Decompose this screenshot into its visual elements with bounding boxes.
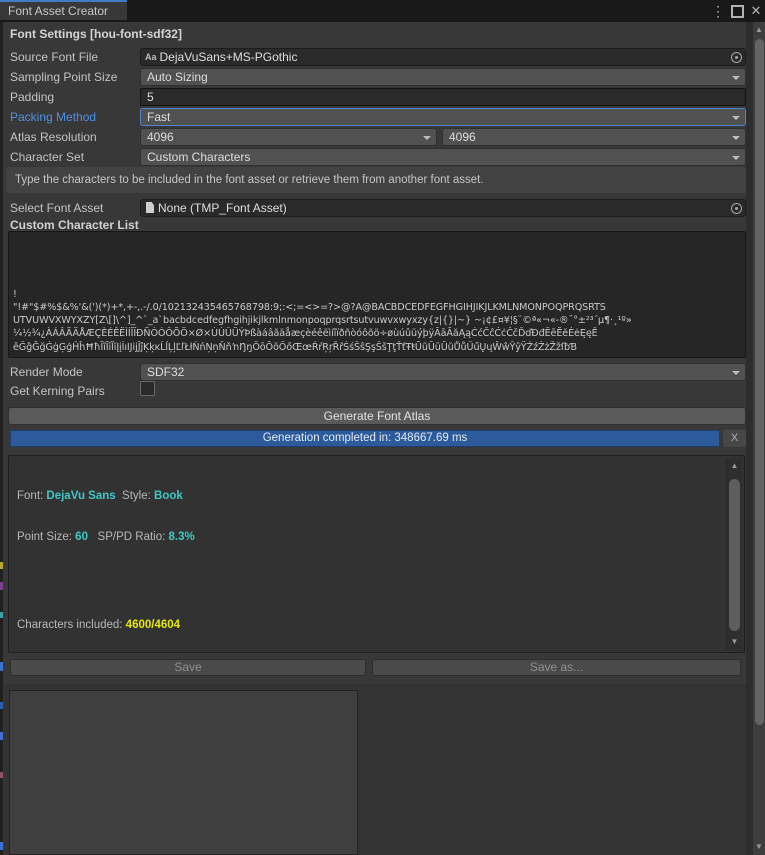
custom-character-list-label: Custom Character List (10, 218, 139, 232)
render-mode-label: Render Mode (10, 363, 83, 381)
font-asset-creator-window: Font Asset Creator ⋮ ✕ Font Settings [ho… (0, 0, 765, 855)
select-font-asset-value: None (TMP_Font Asset) (158, 201, 287, 215)
point-size-label: Point Size: (17, 531, 75, 543)
select-font-asset-field[interactable]: None (TMP_Font Asset) (140, 199, 746, 217)
sampling-point-size-label: Sampling Point Size (10, 68, 117, 86)
kebab-menu-icon[interactable]: ⋮ (710, 2, 726, 20)
character-line (13, 261, 741, 274)
character-line: ¼½¾¿ÀÁÂÃÄÅÆÇÈÉÊËÌÍÎÏÐÑÒÓÔÕÖ×Ø×ÙÚÛÜÝÞßàáâ… (13, 327, 741, 340)
chevron-down-icon (732, 76, 740, 80)
atlas-resolution-height-value: 4096 (449, 130, 476, 144)
scroll-down-icon[interactable]: ▼ (727, 636, 742, 648)
render-mode-dropdown[interactable]: SDF32 (140, 363, 746, 381)
character-line (13, 248, 741, 261)
scroll-up-icon[interactable]: ▲ (753, 24, 765, 36)
font-label: Font: (17, 490, 46, 502)
chevron-down-icon (732, 156, 740, 160)
font-file-icon: Aa (145, 49, 157, 65)
save-button[interactable]: Save (10, 659, 366, 676)
packing-method-value: Fast (147, 110, 170, 124)
chevron-down-icon (423, 136, 431, 140)
character-line: ! (13, 288, 741, 301)
chevron-down-icon (732, 136, 740, 140)
atlas-resolution-width-dropdown[interactable]: 4096 (140, 128, 437, 146)
source-font-file-field[interactable]: AaDejaVuSans+MS-PGothic (140, 48, 746, 66)
ratio-label: SP/PD Ratio: (88, 531, 169, 543)
save-as-button[interactable]: Save as... (372, 659, 741, 676)
close-icon[interactable]: ✕ (748, 2, 764, 20)
render-mode-value: SDF32 (147, 365, 184, 379)
main-scrollbar-thumb[interactable] (755, 39, 764, 725)
atlas-resolution-height-dropdown[interactable]: 4096 (442, 128, 746, 146)
report-scrollbar[interactable]: ▲ ▼ (726, 458, 742, 650)
maximize-icon[interactable] (729, 2, 745, 20)
get-kerning-pairs-checkbox[interactable] (140, 381, 155, 396)
title-bar: Font Asset Creator ⋮ ✕ (0, 0, 765, 22)
character-set-value: Custom Characters (147, 150, 250, 164)
select-font-asset-label: Select Font Asset (10, 199, 103, 217)
custom-character-list-textarea[interactable]: ! "!#"$#%$&%'&(')(*)+*,+-,.-/.0/10213243… (8, 231, 746, 358)
progress-close-button[interactable]: X (723, 430, 746, 447)
character-line (13, 235, 741, 248)
source-font-file-label: Source Font File (10, 48, 98, 66)
generate-font-atlas-button[interactable]: Generate Font Atlas (8, 407, 746, 425)
padding-label: Padding (10, 88, 54, 106)
character-set-label: Character Set (10, 148, 84, 166)
get-kerning-pairs-label: Get Kerning Pairs (10, 382, 105, 400)
report-text: Font: DejaVu Sans Style: Book Point Size… (17, 463, 722, 653)
padding-input[interactable]: 5 (140, 88, 746, 106)
scroll-up-icon[interactable]: ▲ (727, 460, 742, 472)
atlas-resolution-label: Atlas Resolution (10, 128, 97, 146)
character-line: UTVUWVXWYXZY[Z\[]\^]_^`_a`bacbdcedfegfhg… (13, 314, 741, 327)
report-scrollbar-thumb[interactable] (729, 479, 740, 631)
style-label: Style: (116, 490, 154, 502)
style-value: Book (154, 490, 183, 502)
packing-method-label: Packing Method (10, 108, 96, 126)
ratio-value: 8.3% (169, 531, 195, 543)
chevron-down-icon (732, 371, 740, 375)
object-picker-icon[interactable] (731, 52, 742, 63)
included-label: Characters included: (17, 619, 126, 631)
point-size-value: 60 (75, 531, 88, 543)
font-value: DejaVu Sans (46, 490, 115, 502)
generation-report-box: Font: DejaVu Sans Style: Book Point Size… (8, 455, 745, 653)
chevron-down-icon (732, 116, 740, 120)
atlas-resolution-width-value: 4096 (147, 130, 174, 144)
scroll-down-icon[interactable]: ▼ (753, 841, 765, 853)
included-value: 4600/4604 (126, 619, 180, 631)
source-font-file-value: DejaVuSans+MS-PGothic (160, 50, 298, 64)
sampling-point-size-dropdown[interactable]: Auto Sizing (140, 68, 746, 86)
background-window-sliver (0, 22, 3, 855)
padding-value: 5 (147, 90, 154, 104)
tab-title: Font Asset Creator (8, 4, 108, 18)
character-set-dropdown[interactable]: Custom Characters (140, 148, 746, 166)
atlas-preview-box (9, 690, 358, 855)
character-line: ěĜĝĞğĠġĢģĤĥĦħĨĩĪīĬĭĮįİıĲĳĴĵĶķĸĹĺĻļĽľŁłŃń… (13, 341, 741, 354)
page-title: Font Settings [hou-font-sdf32] (10, 27, 182, 41)
object-picker-icon[interactable] (731, 203, 742, 214)
main-scrollbar[interactable]: ▲ ▼ (752, 22, 765, 855)
help-box: Type the characters to be included in th… (6, 167, 747, 193)
generation-progress-bar: Generation completed in: 348667.69 ms (10, 430, 720, 447)
tab-font-asset-creator[interactable]: Font Asset Creator (0, 0, 127, 20)
asset-file-icon (146, 202, 154, 213)
atlas-preview-panel (4, 684, 748, 855)
character-line (13, 275, 741, 288)
packing-method-dropdown[interactable]: Fast (140, 108, 746, 126)
character-line: "!#"$#%$&%'&(')(*)+*,+-,.-/.0/1021324354… (13, 301, 741, 314)
sampling-point-size-value: Auto Sizing (147, 70, 208, 84)
